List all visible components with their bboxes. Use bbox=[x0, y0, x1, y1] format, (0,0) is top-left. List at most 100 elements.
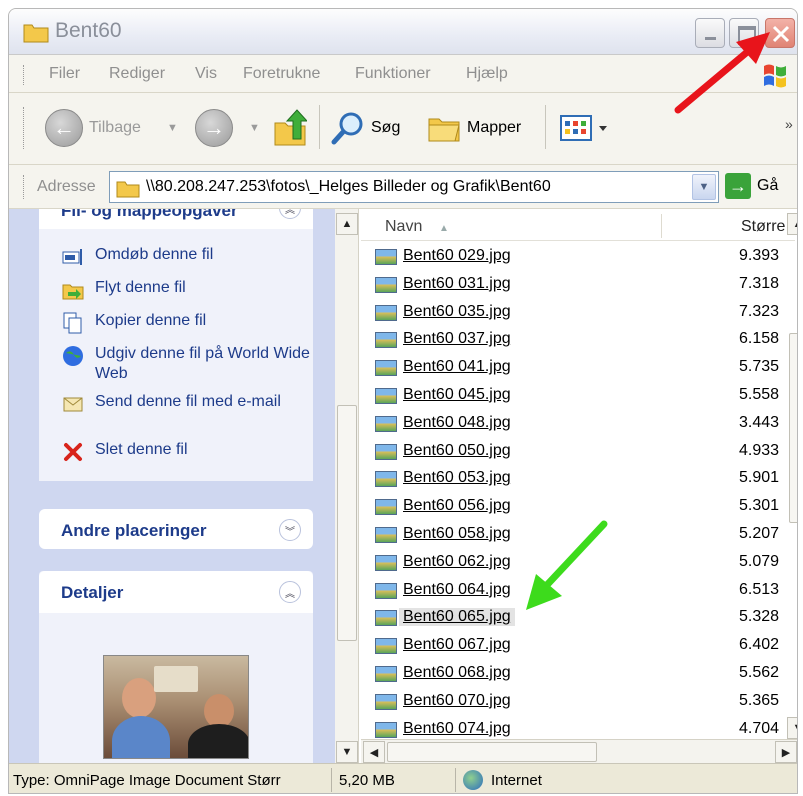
menu-grip[interactable] bbox=[23, 65, 25, 85]
horizontal-scrollbar[interactable]: ◀ ▶ bbox=[361, 739, 797, 763]
file-row[interactable]: Bent60 050.jpg 4.933 bbox=[361, 438, 795, 466]
selected-file-row[interactable]: Bent60 065.jpg 5.328 bbox=[361, 604, 795, 632]
file-name[interactable]: Bent60 074.jpg bbox=[403, 720, 511, 738]
menu-rediger[interactable]: Rediger bbox=[109, 65, 165, 83]
go-button[interactable]: → Gå bbox=[725, 173, 778, 199]
menu-hjaelp[interactable]: Hjælp bbox=[466, 65, 508, 83]
jpg-file-icon bbox=[375, 360, 397, 377]
file-size: 5.207 bbox=[739, 524, 780, 542]
menu-filer[interactable]: Filer bbox=[49, 65, 80, 83]
file-row[interactable]: Bent60 056.jpg 5.301 bbox=[361, 493, 795, 521]
file-name[interactable]: Bent60 045.jpg bbox=[403, 386, 511, 404]
menu-funktioner[interactable]: Funktioner bbox=[355, 65, 431, 83]
forward-arrow-icon: → bbox=[195, 109, 233, 147]
details-panel: Detaljer ︽ bbox=[39, 571, 313, 763]
file-row[interactable]: Bent60 029.jpg 9.393 bbox=[361, 243, 795, 271]
search-label: Søg bbox=[371, 119, 401, 136]
file-row[interactable]: Bent60 053.jpg 5.901 bbox=[361, 465, 795, 493]
close-button[interactable] bbox=[765, 18, 795, 48]
email-icon bbox=[61, 392, 85, 416]
file-row[interactable]: Bent60 041.jpg 5.735 bbox=[361, 354, 795, 382]
forward-history-dropdown[interactable]: ▼ bbox=[249, 107, 260, 149]
search-button[interactable]: Søg bbox=[331, 107, 400, 149]
up-folder-button[interactable] bbox=[273, 107, 307, 149]
file-row[interactable]: Bent60 068.jpg 5.562 bbox=[361, 660, 795, 688]
file-name[interactable]: Bent60 070.jpg bbox=[403, 692, 511, 710]
scroll-down-icon[interactable]: ▼ bbox=[787, 717, 797, 739]
file-tasks-header[interactable]: Fil- og mappeopgaver ︽ bbox=[39, 209, 313, 229]
back-label: Tilbage bbox=[89, 119, 141, 136]
file-name[interactable]: Bent60 053.jpg bbox=[403, 469, 511, 487]
scroll-up-icon[interactable]: ▲ bbox=[336, 213, 358, 235]
collapse-chevron-icon[interactable]: ︽ bbox=[279, 581, 301, 603]
task-delete[interactable]: Slet denne fil bbox=[61, 440, 188, 464]
file-row[interactable]: Bent60 031.jpg 7.318 bbox=[361, 271, 795, 299]
status-bar: Type: OmniPage Image Document Størr 5,20… bbox=[9, 763, 797, 793]
file-size: 4.933 bbox=[739, 441, 780, 459]
jpg-file-icon bbox=[375, 249, 397, 265]
task-pane-scrollbar[interactable]: ▲ ▼ bbox=[335, 209, 359, 763]
file-row[interactable]: Bent60 045.jpg 5.558 bbox=[361, 382, 795, 410]
file-list-scrollbar[interactable]: ▲ ▼ bbox=[787, 209, 797, 739]
task-move[interactable]: Flyt denne fil bbox=[61, 278, 186, 302]
scroll-down-icon[interactable]: ▼ bbox=[336, 741, 358, 763]
back-history-dropdown[interactable]: ▼ bbox=[167, 107, 178, 149]
expand-chevron-icon[interactable]: ︾ bbox=[279, 519, 301, 541]
folder-icon bbox=[116, 178, 140, 203]
menu-vis[interactable]: Vis bbox=[195, 65, 217, 83]
file-size: 7.323 bbox=[739, 302, 780, 320]
address-input[interactable]: \\80.208.247.253\fotos\_Helges Billeder … bbox=[109, 171, 719, 203]
address-dropdown-button[interactable]: ▼ bbox=[692, 174, 716, 200]
file-name[interactable]: Bent60 062.jpg bbox=[403, 553, 511, 571]
task-publish[interactable]: Udgiv denne fil på World Wide Web bbox=[61, 344, 313, 384]
file-row[interactable]: Bent60 035.jpg 7.323 bbox=[361, 299, 795, 327]
task-rename[interactable]: Omdøb denne fil bbox=[61, 245, 213, 269]
task-copy[interactable]: Kopier denne fil bbox=[61, 311, 206, 335]
file-name[interactable]: Bent60 064.jpg bbox=[403, 581, 511, 599]
task-email[interactable]: Send denne fil med e-mail bbox=[61, 392, 281, 416]
file-row[interactable]: Bent60 058.jpg 5.207 bbox=[361, 521, 795, 549]
toolbar-overflow-button[interactable]: » bbox=[785, 103, 793, 145]
views-button[interactable] bbox=[559, 107, 611, 149]
file-row[interactable]: Bent60 037.jpg 6.158 bbox=[361, 326, 795, 354]
file-row[interactable]: Bent60 064.jpg 6.513 bbox=[361, 577, 795, 605]
folders-button[interactable]: Mapper bbox=[427, 107, 521, 149]
toolbar-grip[interactable] bbox=[23, 107, 25, 149]
menu-foretrukne[interactable]: Foretrukne bbox=[243, 65, 320, 83]
file-name[interactable]: Bent60 065.jpg bbox=[399, 608, 515, 627]
minimize-button[interactable] bbox=[695, 18, 725, 48]
file-row[interactable]: Bent60 070.jpg 5.365 bbox=[361, 688, 795, 716]
file-name[interactable]: Bent60 068.jpg bbox=[403, 664, 511, 682]
address-grip[interactable] bbox=[23, 175, 25, 199]
file-name[interactable]: Bent60 050.jpg bbox=[403, 442, 511, 460]
scroll-left-icon[interactable]: ◀ bbox=[363, 741, 385, 763]
file-name[interactable]: Bent60 048.jpg bbox=[403, 414, 511, 432]
file-name[interactable]: Bent60 037.jpg bbox=[403, 330, 511, 348]
forward-button[interactable]: → bbox=[195, 107, 233, 149]
file-name[interactable]: Bent60 029.jpg bbox=[403, 247, 511, 265]
scroll-thumb[interactable] bbox=[387, 742, 597, 762]
file-name[interactable]: Bent60 056.jpg bbox=[403, 497, 511, 515]
file-name[interactable]: Bent60 067.jpg bbox=[403, 636, 511, 654]
scroll-up-icon[interactable]: ▲ bbox=[787, 213, 797, 235]
scroll-right-icon[interactable]: ▶ bbox=[775, 741, 797, 763]
file-row[interactable]: Bent60 067.jpg 6.402 bbox=[361, 632, 795, 660]
file-name[interactable]: Bent60 035.jpg bbox=[403, 303, 511, 321]
column-size-header[interactable]: Større bbox=[741, 218, 785, 236]
file-row[interactable]: Bent60 062.jpg 5.079 bbox=[361, 549, 795, 577]
column-name-header[interactable]: Navn bbox=[385, 218, 422, 236]
back-arrow-icon: ← bbox=[45, 109, 83, 147]
scroll-thumb[interactable] bbox=[789, 333, 797, 523]
file-name[interactable]: Bent60 058.jpg bbox=[403, 525, 511, 543]
scroll-thumb[interactable] bbox=[337, 405, 357, 641]
file-name[interactable]: Bent60 031.jpg bbox=[403, 275, 511, 293]
column-separator[interactable] bbox=[661, 214, 662, 238]
other-places-panel[interactable]: Andre placeringer ︾ bbox=[39, 509, 313, 549]
collapse-chevron-icon[interactable]: ︽ bbox=[279, 209, 301, 219]
file-row[interactable]: Bent60 048.jpg 3.443 bbox=[361, 410, 795, 438]
maximize-button[interactable] bbox=[729, 18, 759, 48]
file-name[interactable]: Bent60 041.jpg bbox=[403, 358, 511, 376]
back-button[interactable]: ← Tilbage bbox=[45, 107, 141, 149]
window-title: Bent60 bbox=[55, 19, 122, 42]
details-header[interactable]: Detaljer ︽ bbox=[39, 571, 313, 613]
